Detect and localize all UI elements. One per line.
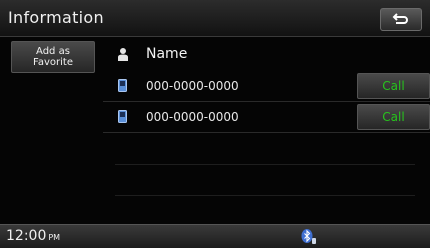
phone-number-row[interactable]: 000-0000-0000 Call (103, 102, 430, 133)
phone-number: 000-0000-0000 (146, 110, 239, 124)
clock-time: 12:00 (6, 228, 47, 244)
contact-name: Name (146, 46, 188, 62)
favorite-label-line2: Favorite (33, 57, 73, 68)
bluetooth-phone-icon (301, 229, 316, 244)
clock: 12:00 PM (6, 228, 60, 244)
call-button[interactable]: Call (357, 73, 430, 99)
contact-details: Name 000-0000-0000 Call 000-0000-0000 Ca… (103, 37, 430, 224)
contact-name-row: Name (103, 37, 430, 71)
favorite-label-line1: Add as (36, 46, 70, 57)
side-panel: Add as Favorite (0, 37, 103, 224)
clock-ampm: PM (48, 233, 61, 242)
call-button[interactable]: Call (357, 104, 430, 130)
mobile-phone-icon (118, 79, 127, 92)
mobile-phone-icon (118, 110, 127, 123)
status-bar: 12:00 PM (0, 224, 430, 248)
person-icon (118, 48, 128, 61)
phone-number-row[interactable]: 000-0000-0000 Call (103, 71, 430, 102)
back-button[interactable] (380, 8, 422, 31)
header-bar: Information (0, 0, 430, 37)
page-title: Information (8, 8, 104, 27)
phone-number: 000-0000-0000 (146, 79, 239, 93)
row-divider (115, 195, 415, 196)
back-arrow-icon (392, 13, 408, 24)
add-as-favorite-button[interactable]: Add as Favorite (11, 41, 95, 73)
row-divider (115, 164, 415, 165)
